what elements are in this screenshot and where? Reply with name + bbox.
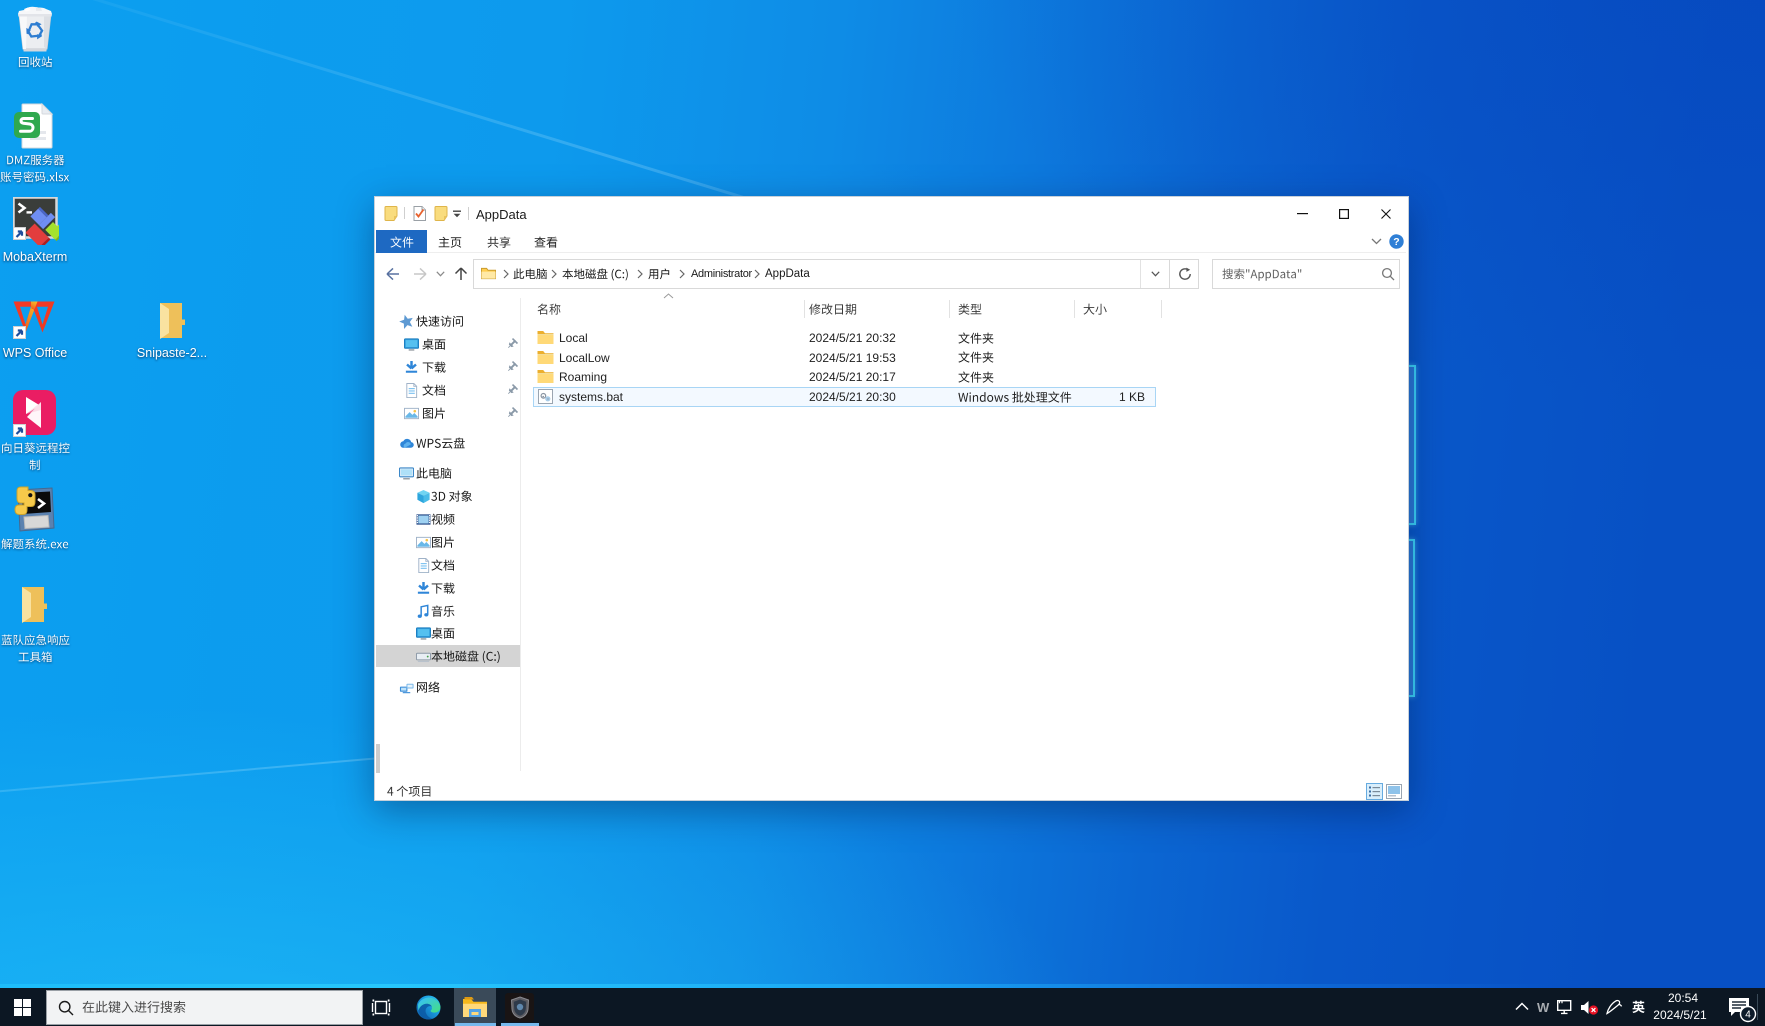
svg-text:?: ? — [1393, 236, 1399, 248]
svg-text:4: 4 — [1745, 1010, 1751, 1021]
